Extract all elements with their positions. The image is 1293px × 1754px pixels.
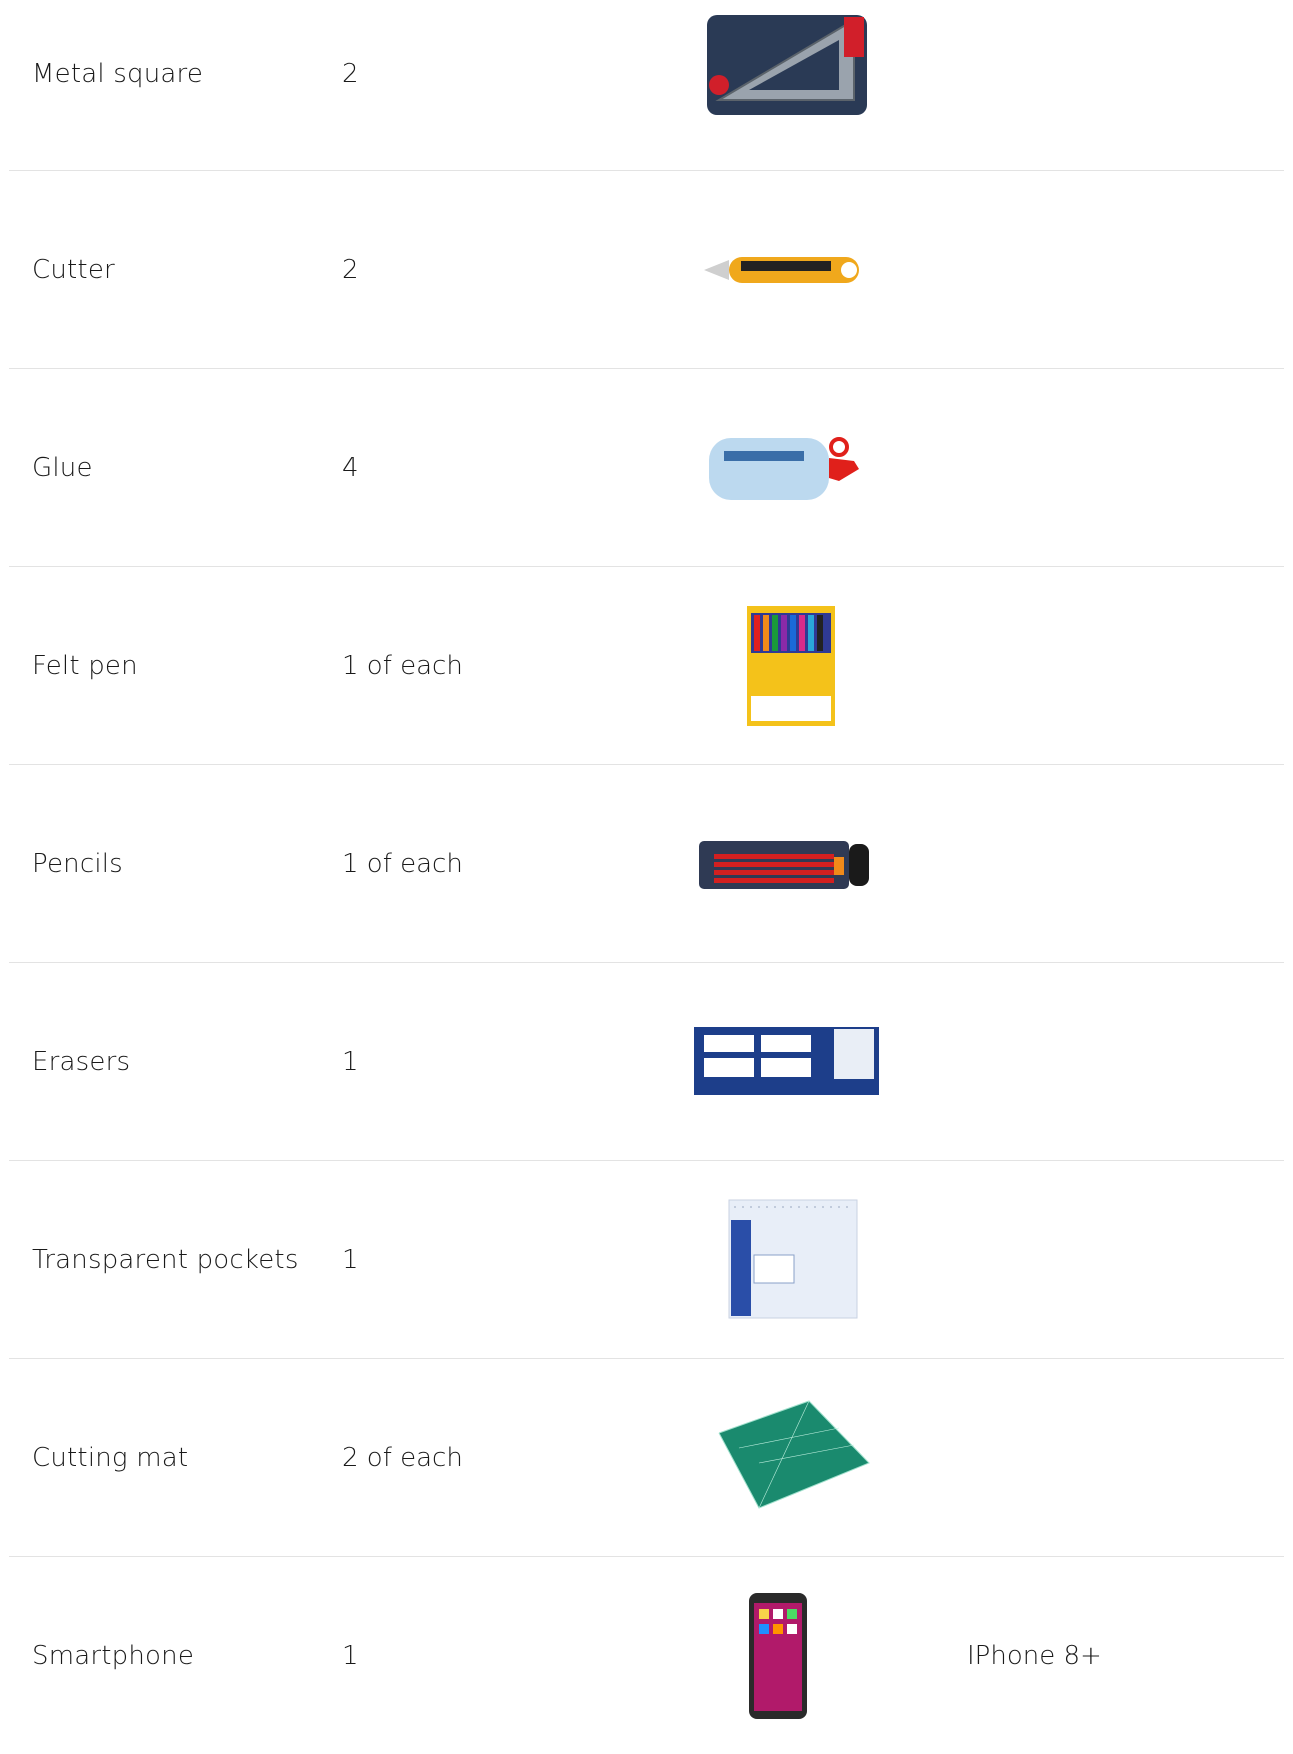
item-name: Transparent pockets (32, 1244, 299, 1275)
item-quantity: 1 of each (342, 650, 463, 681)
item-quantity: 2 (342, 59, 359, 89)
list-item-metal-square: Metal square 2 (9, 0, 1284, 171)
list-item-cutter: Cutter 2 (9, 171, 1284, 369)
item-quantity: 1 of each (342, 848, 463, 879)
supply-list: Metal square 2 Cutter 2 Glue 4 Felt pen … (0, 0, 1293, 1754)
item-name: Cutting mat (32, 1442, 189, 1473)
list-item-felt-pen: Felt pen 1 of each (9, 567, 1284, 765)
list-item-glue: Glue 4 (9, 369, 1284, 567)
erasers-image (679, 997, 879, 1127)
item-name: Metal square (32, 59, 204, 89)
item-name: Cutter (32, 254, 115, 285)
item-quantity: 2 of each (342, 1442, 463, 1473)
list-item-erasers: Erasers 1 (9, 963, 1284, 1161)
item-quantity: 1 (342, 1046, 359, 1077)
item-quantity: 2 (342, 254, 359, 285)
list-item-transparent-pockets: Transparent pockets 1 (9, 1161, 1284, 1359)
felt-pen-image (679, 601, 879, 731)
item-name: Pencils (32, 848, 123, 879)
item-name: Erasers (32, 1046, 131, 1077)
item-quantity: 4 (342, 452, 359, 483)
transparent-pockets-image (679, 1195, 879, 1325)
item-name: Glue (32, 452, 93, 483)
list-item-cutting-mat: Cutting mat 2 of each (9, 1359, 1284, 1557)
glue-image (679, 403, 879, 533)
metal-square-image (679, 5, 879, 135)
cutter-image (679, 205, 879, 335)
list-item-pencils: Pencils 1 of each (9, 765, 1284, 963)
smartphone-image (679, 1591, 879, 1721)
pencils-image (679, 799, 879, 929)
item-name: Smartphone (32, 1640, 195, 1671)
item-note: IPhone 8+ (967, 1640, 1102, 1671)
item-quantity: 1 (342, 1640, 359, 1671)
item-name: Felt pen (32, 650, 138, 681)
list-item-smartphone: Smartphone 1 IPhone 8+ (9, 1557, 1284, 1754)
item-quantity: 1 (342, 1244, 359, 1275)
cutting-mat-image (679, 1393, 879, 1523)
